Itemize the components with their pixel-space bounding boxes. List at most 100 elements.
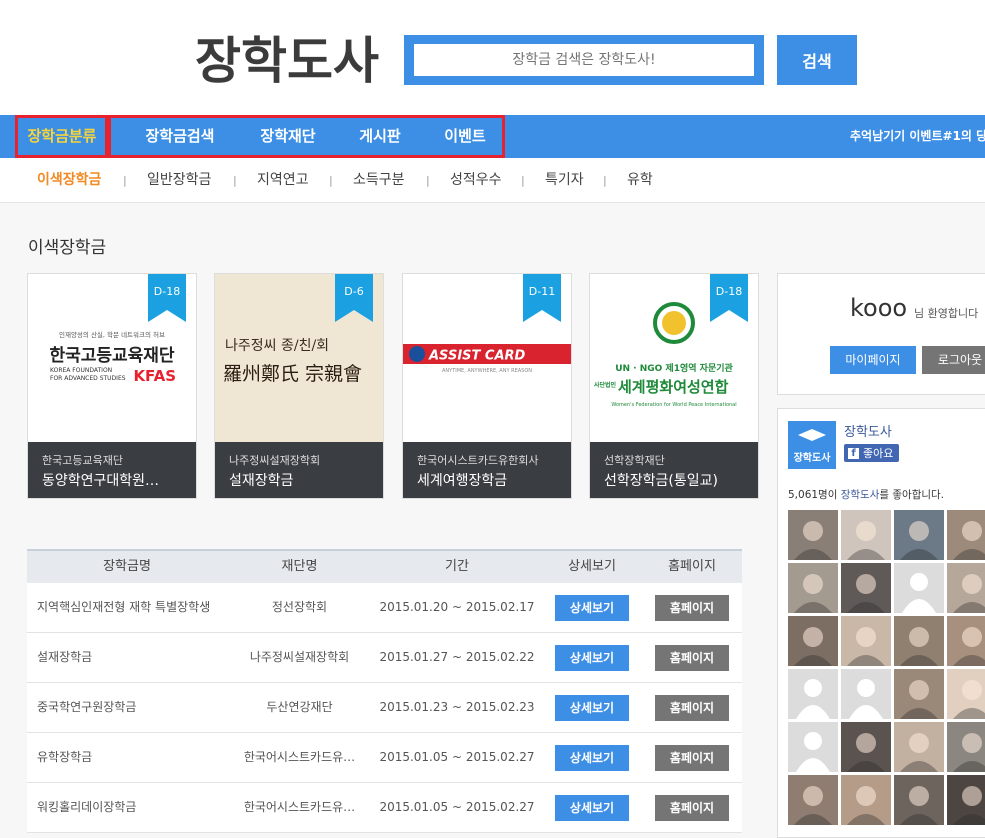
fan-avatar[interactable] [841,669,891,719]
subnav-separator: | [521,174,525,187]
homepage-button[interactable]: 홈페이지 [655,744,729,771]
username: kooo [850,294,908,322]
scholarship-card[interactable]: 인재양성의 산실, 학문 네트워크의 허브 한국고등교육재단 KOREA FOU… [27,273,197,499]
cell-scholarship-name[interactable]: 설재장학금 [27,633,227,682]
fb-page-name[interactable]: 장학도사 [844,421,892,440]
fan-avatar[interactable] [947,669,985,719]
subnav-item-grades[interactable]: 성적우수 [450,158,502,202]
col-header-detail: 상세보기 [568,559,616,574]
scholarship-table: 장학금명 재단명 기간 상세보기 홈페이지 지역핵심인재전형 재학 특별장학생 정… [27,549,742,833]
fan-avatar[interactable] [788,775,838,825]
homepage-button[interactable]: 홈페이지 [655,644,729,671]
col-header-name: 장학금명 [103,559,151,574]
card-caption: 선학장학재단 선학장학금(통일교) [590,442,758,498]
fan-avatar[interactable] [894,510,944,560]
scholarship-card[interactable]: 나주정씨 종/친/회 羅州鄭氏 宗親會 D-6 나주정씨설재장학회 설재장학금 [214,273,384,499]
site-logo[interactable]: 장학도사 [190,28,385,90]
fan-avatar[interactable] [788,563,838,613]
profile-photo-icon [847,733,885,772]
nav-item-foundation[interactable]: 장학재단 [244,115,332,158]
svg-text:ANYTIME, ANYWHERE, ANY REASON: ANYTIME, ANYWHERE, ANY REASON [442,368,532,374]
homepage-button[interactable]: 홈페이지 [655,594,729,621]
fan-avatar[interactable] [841,510,891,560]
profile-photo-icon [847,521,885,560]
card-scholarship-name[interactable]: 동양학연구대학원… [42,470,188,490]
subnav-separator: | [123,174,127,187]
fb-like-label: 좋아요 [863,447,894,460]
detail-button[interactable]: 상세보기 [555,594,629,621]
table-row: 유학장학금 한국어시스트카드유… 2015.01.05 ~ 2015.02.27 상세… [27,733,742,783]
fan-avatar[interactable] [788,510,838,560]
section-title: 이색장학금 [28,238,107,258]
subnav-item-general[interactable]: 일반장학금 [147,158,211,202]
homepage-button[interactable]: 홈페이지 [655,694,729,721]
nav-item-category[interactable]: 장학금분류 [18,115,106,158]
profile-photo-icon [900,786,938,825]
fan-avatar[interactable] [841,775,891,825]
detail-button[interactable]: 상세보기 [555,794,629,821]
fan-avatar[interactable] [894,616,944,666]
detail-button[interactable]: 상세보기 [555,744,629,771]
search-input[interactable] [414,44,754,76]
cell-scholarship-name[interactable]: 유학장학금 [27,733,227,782]
detail-button[interactable]: 상세보기 [555,644,629,671]
like-count-page[interactable]: 장학도사 [841,489,880,501]
fan-avatar[interactable] [788,616,838,666]
facebook-icon: f [848,447,859,459]
fan-avatar[interactable] [841,722,891,772]
svg-text:UN · NGO 제1영역 자문기관: UN · NGO 제1영역 자문기관 [615,362,733,374]
cell-period: 2015.01.05 ~ 2015.02.27 [379,750,535,764]
scholarship-card[interactable]: ASSIST CARD ANYTIME, ANYWHERE, ANY REASO… [402,273,572,499]
fan-avatar[interactable] [947,510,985,560]
fan-avatar[interactable] [894,775,944,825]
subnav-item-unique[interactable]: 이색장학금 [37,158,101,202]
fan-avatar[interactable] [788,722,838,772]
nav-item-search[interactable]: 장학금검색 [130,115,230,158]
fan-avatar[interactable] [894,563,944,613]
detail-button[interactable]: 상세보기 [555,694,629,721]
fan-avatar[interactable] [788,669,838,719]
nav-item-board[interactable]: 게시판 [345,115,415,158]
card-scholarship-name[interactable]: 선학장학금(통일교) [604,470,750,490]
cell-scholarship-name[interactable]: 중국학연구원장학금 [27,683,227,732]
facebook-like-box: 장학도사 장학도사 f 좋아요 5,061명이 장학도사를 좋아합니다. [777,408,985,838]
mypage-button[interactable]: 마이페이지 [830,346,916,374]
card-scholarship-name[interactable]: 설재장학금 [229,470,375,490]
svg-text:인재양성의 산실, 학문 네트워크의 허브: 인재양성의 산실, 학문 네트워크의 허브 [59,330,165,339]
logout-button[interactable]: 로그아웃 [922,346,985,374]
table-row: 설재장학금 나주정씨설재장학회 2015.01.27 ~ 2015.02.22 상세보… [27,633,742,683]
card-scholarship-name[interactable]: 세계여행장학금 [417,470,563,490]
profile-photo-icon [900,680,938,719]
card-foundation: 한국어시스트카드유한회사 [417,454,539,467]
fan-avatar[interactable] [841,616,891,666]
svg-text:Women's Federation for World P: Women's Federation for World Peace Inter… [611,402,736,408]
cell-period: 2015.01.23 ~ 2015.02.23 [379,700,535,714]
fan-avatar[interactable] [947,563,985,613]
event-ticker[interactable]: 추억남기기 이벤트#1의 당 [850,115,985,158]
subnav-item-region[interactable]: 지역연고 [257,158,309,202]
subnav-item-income[interactable]: 소득구분 [353,158,405,202]
fan-avatar[interactable] [947,616,985,666]
fan-avatar[interactable] [947,775,985,825]
like-count-suffix: 를 좋아합니다. [879,489,945,501]
deadline-ribbon-icon [335,274,373,322]
logo-text: 장학도사 [195,32,379,90]
homepage-button[interactable]: 홈페이지 [655,794,729,821]
fan-avatar[interactable] [894,722,944,772]
page-logo-icon[interactable]: 장학도사 [788,421,836,469]
subnav-item-abroad[interactable]: 유학 [627,158,653,202]
scholarship-card[interactable]: UN · NGO 제1영역 자문기관 사단법인 세계평화여성연합 Women's… [589,273,759,499]
login-box: kooo 님 환영합니다 마이페이지 로그아웃 [777,273,985,395]
search-button[interactable]: 검색 [777,35,857,85]
fan-avatar[interactable] [841,563,891,613]
fan-avatar[interactable] [894,669,944,719]
cell-foundation: 나주정씨설재장학회 [249,650,350,664]
fan-avatar[interactable] [947,722,985,772]
cell-scholarship-name[interactable]: 워킹홀리데이장학금 [27,783,227,832]
cell-scholarship-name[interactable]: 지역핵심인재전형 재학 특별장학생 [27,583,227,632]
subnav-item-talent[interactable]: 특기자 [545,158,584,202]
fb-like-count: 5,061명이 장학도사를 좋아합니다. [788,487,944,502]
subnav-separator: | [603,174,607,187]
fb-like-button[interactable]: f 좋아요 [844,444,900,462]
nav-item-event[interactable]: 이벤트 [430,115,500,158]
